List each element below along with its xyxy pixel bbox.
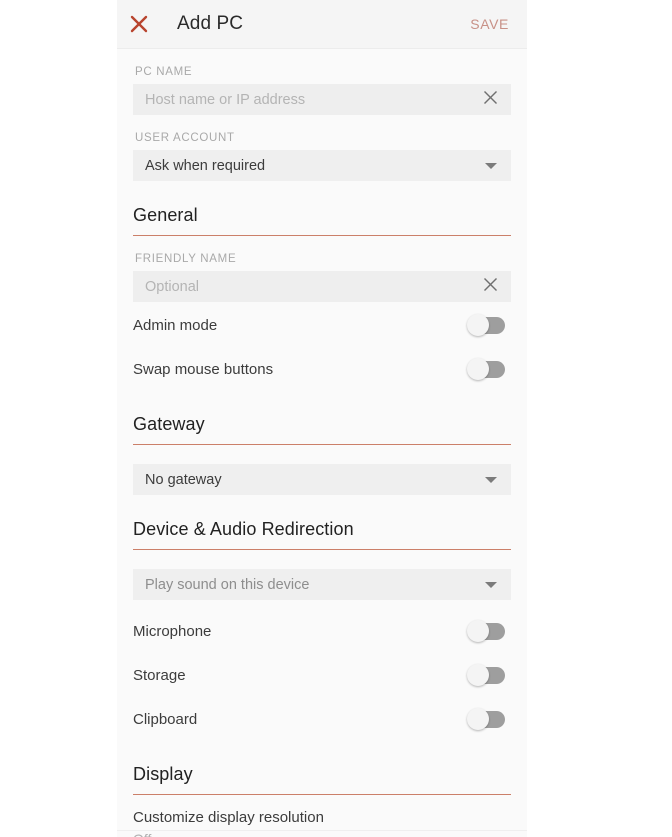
pc-name-input[interactable]: Host name or IP address [145, 92, 479, 108]
app-bar: Add PC SAVE [117, 0, 527, 49]
storage-label: Storage [133, 666, 186, 684]
section-display-rule [133, 794, 511, 795]
audio-gap [133, 550, 511, 569]
friendly-name-label: FRIENDLY NAME [135, 253, 237, 265]
microphone-label: Microphone [133, 622, 212, 640]
toggle-knob [467, 314, 489, 336]
customize-display-resolution-value: Off [133, 831, 511, 837]
admin-mode-row[interactable]: Admin mode [133, 304, 511, 346]
friendly-name-clear-button[interactable] [479, 276, 501, 298]
microphone-row[interactable]: Microphone [133, 610, 511, 652]
audio-output-value: Play sound on this device [145, 576, 310, 593]
section-device-audio-redirection-title: Device & Audio Redirection [133, 519, 354, 539]
chevron-down-icon [485, 476, 497, 483]
admin-mode-toggle[interactable] [467, 314, 505, 336]
chevron-down-icon [485, 581, 497, 588]
save-button[interactable]: SAVE [470, 16, 509, 32]
toggle-knob [467, 664, 489, 686]
customize-display-resolution-row[interactable]: Customize display resolution Off [133, 809, 511, 837]
toggle-knob [467, 708, 489, 730]
gateway-value: No gateway [145, 471, 222, 488]
chevron-down-icon [485, 162, 497, 169]
section-device-audio-redirection-rule [133, 549, 511, 550]
friendly-name-field[interactable]: Optional [133, 271, 511, 302]
microphone-toggle[interactable] [467, 620, 505, 642]
toggle-knob [467, 620, 489, 642]
add-pc-panel: Add PC SAVE PC NAME Host name or IP addr… [117, 0, 527, 837]
pc-name-label: PC NAME [135, 66, 193, 78]
section-display-title: Display [133, 764, 193, 784]
clear-x-icon [482, 89, 499, 111]
section-gateway-rule [133, 444, 511, 445]
pc-name-clear-button[interactable] [479, 89, 501, 111]
gateway-select[interactable]: No gateway [133, 464, 511, 495]
section-gateway: Gateway [133, 414, 511, 445]
page-title: Add PC [177, 13, 244, 34]
swap-mouse-buttons-row[interactable]: Swap mouse buttons [133, 348, 511, 390]
friendly-name-input[interactable]: Optional [145, 279, 479, 295]
gateway-gap [133, 445, 511, 464]
admin-mode-label: Admin mode [133, 316, 218, 334]
user-account-value: Ask when required [145, 157, 266, 174]
storage-row[interactable]: Storage [133, 654, 511, 696]
clipboard-toggle[interactable] [467, 708, 505, 730]
user-account-select[interactable]: Ask when required [133, 150, 511, 181]
clipboard-row[interactable]: Clipboard [133, 698, 511, 740]
clear-x-icon [482, 276, 499, 298]
close-button[interactable] [117, 0, 161, 48]
form-content: PC NAME Host name or IP address USER ACC… [117, 66, 527, 837]
section-general-title: General [133, 205, 198, 225]
toggle-knob [467, 358, 489, 380]
screen: Add PC SAVE PC NAME Host name or IP addr… [0, 0, 672, 837]
section-device-audio-redirection: Device & Audio Redirection [133, 519, 511, 550]
customize-display-resolution-label: Customize display resolution [133, 809, 324, 826]
close-x-icon [129, 14, 149, 34]
swap-mouse-buttons-toggle[interactable] [467, 358, 505, 380]
pc-name-field[interactable]: Host name or IP address [133, 84, 511, 115]
storage-toggle[interactable] [467, 664, 505, 686]
swap-mouse-buttons-label: Swap mouse buttons [133, 360, 274, 378]
audio-output-select[interactable]: Play sound on this device [133, 569, 511, 600]
section-general: General [133, 205, 511, 236]
user-account-label: USER ACCOUNT [135, 132, 235, 144]
section-general-rule [133, 235, 511, 236]
section-display: Display [133, 764, 511, 795]
bottom-divider [117, 830, 527, 831]
clipboard-label: Clipboard [133, 710, 198, 728]
section-gateway-title: Gateway [133, 414, 205, 434]
